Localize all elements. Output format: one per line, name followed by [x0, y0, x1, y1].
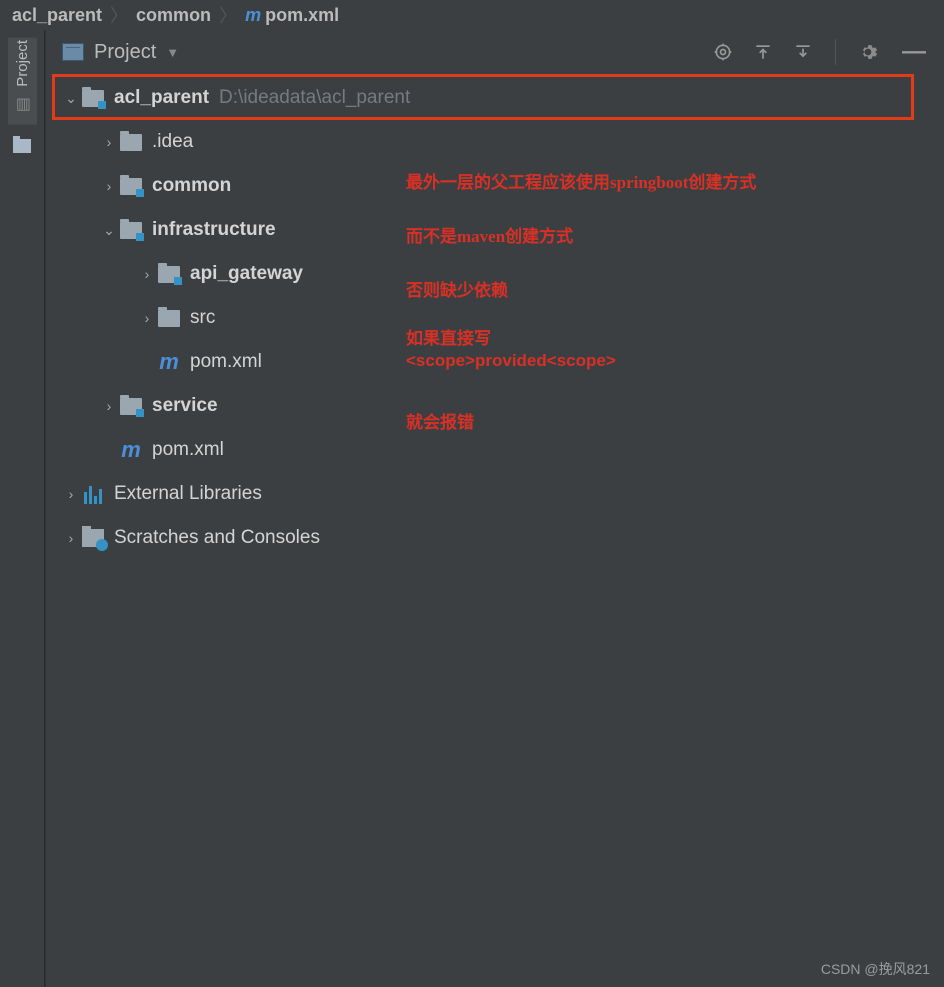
tree-node-root-pom[interactable]: › m pom.xml [46, 428, 944, 472]
expand-arrow-icon[interactable]: ⌄ [98, 222, 120, 239]
expand-arrow-icon[interactable]: › [136, 310, 158, 326]
select-opened-file-button[interactable] [709, 38, 737, 66]
breadcrumb-item[interactable]: common [136, 5, 211, 26]
expand-arrow-icon[interactable]: › [98, 178, 120, 194]
left-rail: ▤ Project [0, 30, 45, 987]
tree-node-infrastructure[interactable]: ⌄ infrastructure [46, 208, 944, 252]
tree-node-api-gateway[interactable]: › api_gateway [46, 252, 944, 296]
maven-file-icon: m [158, 349, 180, 375]
project-view-selector[interactable]: Project ▼ [62, 41, 697, 64]
maven-file-icon: m [245, 5, 261, 26]
module-folder-icon [158, 266, 180, 283]
collapse-all-button[interactable] [789, 38, 817, 66]
chevron-down-icon: ▼ [166, 45, 179, 60]
project-panel-header: Project ▼ — [46, 30, 944, 74]
breadcrumb-separator: 〉 [110, 2, 128, 28]
module-folder-icon [120, 222, 142, 239]
expand-arrow-icon[interactable]: › [98, 398, 120, 414]
expand-arrow-icon[interactable]: › [98, 134, 120, 150]
watermark: CSDN @挽风821 [821, 959, 930, 979]
module-folder-icon [120, 178, 142, 195]
tree-node-external-libraries[interactable]: › External Libraries [46, 472, 944, 516]
folder-rail-icon[interactable] [13, 139, 31, 153]
module-folder-icon [120, 398, 142, 415]
expand-all-button[interactable] [749, 38, 777, 66]
divider [835, 39, 836, 65]
tree-node-scratches[interactable]: › Scratches and Consoles [46, 516, 944, 560]
tree-node-common[interactable]: › common [46, 164, 944, 208]
tree-node-src[interactable]: › src [46, 296, 944, 340]
project-view-icon [62, 43, 84, 61]
folder-icon [158, 310, 180, 327]
breadcrumb-item[interactable]: acl_parent [12, 5, 102, 26]
breadcrumb[interactable]: acl_parent 〉 common 〉 m pom.xml [0, 0, 944, 30]
libraries-icon [82, 484, 104, 504]
scratches-icon [82, 529, 104, 547]
project-tab-icon: ▤ [12, 97, 32, 112]
project-toolwindow-tab[interactable]: ▤ Project [8, 38, 37, 125]
panel-title: Project [94, 41, 156, 64]
expand-arrow-icon[interactable]: › [60, 530, 82, 546]
folder-icon [120, 134, 142, 151]
expand-arrow-icon[interactable]: ⌄ [60, 90, 82, 107]
breadcrumb-separator: 〉 [219, 2, 237, 28]
module-folder-icon [82, 90, 104, 107]
hide-panel-button[interactable]: — [900, 38, 928, 66]
expand-arrow-icon[interactable]: › [136, 266, 158, 282]
tree-node-idea[interactable]: › .idea [46, 120, 944, 164]
settings-button[interactable] [854, 38, 882, 66]
tree-node-infra-pom[interactable]: › m pom.xml [46, 340, 944, 384]
expand-arrow-icon[interactable]: › [60, 486, 82, 502]
tree-node-service[interactable]: › service [46, 384, 944, 428]
breadcrumb-item[interactable]: pom.xml [265, 5, 339, 26]
project-tree[interactable]: ⌄ acl_parent D:\ideadata\acl_parent › .i… [46, 74, 944, 562]
maven-file-icon: m [120, 437, 142, 463]
tree-node-root[interactable]: ⌄ acl_parent D:\ideadata\acl_parent [46, 76, 944, 120]
